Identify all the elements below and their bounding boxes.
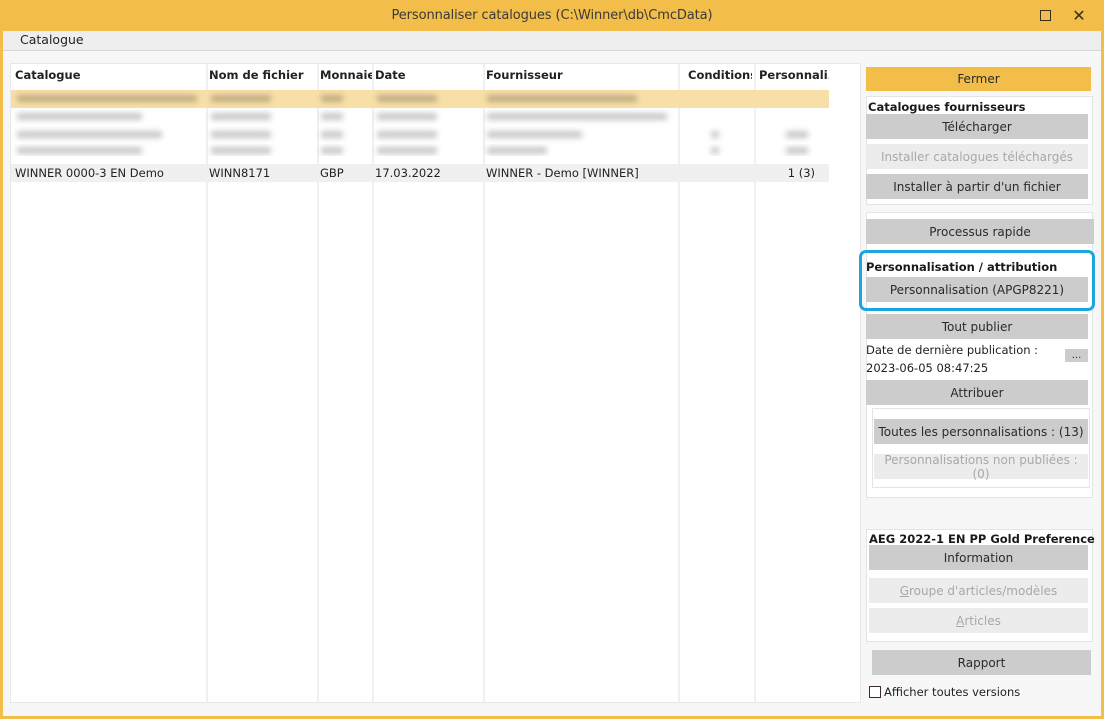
show-all-versions-checkbox[interactable] xyxy=(869,686,881,698)
focus-highlight-frame xyxy=(859,250,1095,311)
column-header-supplier[interactable]: Fournisseur xyxy=(486,68,676,86)
window-title: Personnaliser catalogues (C:\Winner\db\C… xyxy=(391,8,713,23)
articles-label: rticles xyxy=(964,613,1001,628)
table-row-redacted-selected[interactable] xyxy=(11,90,829,108)
show-all-versions-label[interactable]: Afficher toutes versions xyxy=(884,685,1020,699)
close-icon: ✕ xyxy=(1072,5,1086,25)
publication-details-button[interactable]: ... xyxy=(1065,349,1088,362)
information-button[interactable]: Information xyxy=(869,545,1088,570)
last-publication-label: Date de dernière publication : xyxy=(866,343,1039,357)
column-divider[interactable] xyxy=(754,64,756,702)
mnemonic-g: G xyxy=(899,583,909,598)
maximize-icon xyxy=(1039,10,1051,21)
selected-catalogue-title: AEG 2022-1 EN PP Gold Preference xyxy=(869,532,1095,546)
menu-catalogue[interactable]: Catalogue xyxy=(17,32,87,47)
cell-personalisations: 1 (3) xyxy=(787,166,815,180)
install-from-file-button[interactable]: Installer à partir d'un fichier xyxy=(866,174,1088,199)
table-row-redacted[interactable] xyxy=(11,108,829,126)
cell-date: 17.03.2022 xyxy=(375,166,441,180)
column-header-currency[interactable]: Monnaie xyxy=(320,68,372,86)
cell-currency: GBP xyxy=(320,166,344,180)
articles-button[interactable]: Articles xyxy=(869,608,1088,633)
last-publication-value: 2023-06-05 08:47:25 xyxy=(866,361,989,375)
column-header-catalogue[interactable]: Catalogue xyxy=(15,68,200,86)
catalogue-table[interactable]: Catalogue Nom de fichier Monnaie Date Fo… xyxy=(10,63,861,703)
download-button[interactable]: Télécharger xyxy=(866,114,1088,139)
column-divider[interactable] xyxy=(483,64,485,702)
cell-filename: WINN8171 xyxy=(209,166,271,180)
quick-process-button[interactable]: Processus rapide xyxy=(866,219,1094,244)
mnemonic-a: A xyxy=(956,613,965,628)
column-header-date[interactable]: Date xyxy=(375,68,480,86)
maximize-button[interactable] xyxy=(1028,0,1062,31)
column-header-filename[interactable]: Nom de fichier xyxy=(209,68,314,86)
column-divider[interactable] xyxy=(206,64,208,702)
column-divider[interactable] xyxy=(372,64,374,702)
publish-all-button[interactable]: Tout publier xyxy=(866,314,1088,339)
column-divider[interactable] xyxy=(317,64,319,702)
article-groups-label: roupe d'articles/modèles xyxy=(909,583,1058,598)
cell-supplier: WINNER - Demo [WINNER] xyxy=(486,166,639,180)
table-row-redacted[interactable] xyxy=(11,126,829,144)
title-bar[interactable]: Personnaliser catalogues (C:\Winner\db\C… xyxy=(0,0,1104,31)
supplier-catalogues-title: Catalogues fournisseurs xyxy=(868,100,1026,114)
report-button[interactable]: Rapport xyxy=(872,650,1091,675)
personalise-catalogues-window: Personnaliser catalogues (C:\Winner\db\C… xyxy=(0,0,1104,719)
column-divider[interactable] xyxy=(678,64,680,702)
close-button[interactable]: Fermer xyxy=(866,67,1091,91)
all-personalisations-button[interactable]: Toutes les personnalisations : (13) xyxy=(874,419,1088,444)
table-row-redacted[interactable] xyxy=(11,144,829,156)
install-downloaded-button[interactable]: Installer catalogues téléchargés xyxy=(866,144,1088,169)
close-window-button[interactable]: ✕ xyxy=(1062,0,1096,31)
assign-button[interactable]: Attribuer xyxy=(866,380,1088,405)
unpublished-personalisations-button[interactable]: Personnalisations non publiées : (0) xyxy=(874,453,1088,481)
cell-catalogue: WINNER 0000-3 EN Demo xyxy=(15,166,164,180)
table-row[interactable]: WINNER 0000-3 EN Demo WINN8171 GBP 17.03… xyxy=(11,164,829,182)
column-header-personalisations[interactable]: Personnali... xyxy=(759,68,829,86)
column-header-conditions[interactable]: Conditions xyxy=(688,68,752,86)
menu-bar: Catalogue xyxy=(3,31,1101,51)
article-groups-button[interactable]: Groupe d'articles/modèles xyxy=(869,578,1088,603)
